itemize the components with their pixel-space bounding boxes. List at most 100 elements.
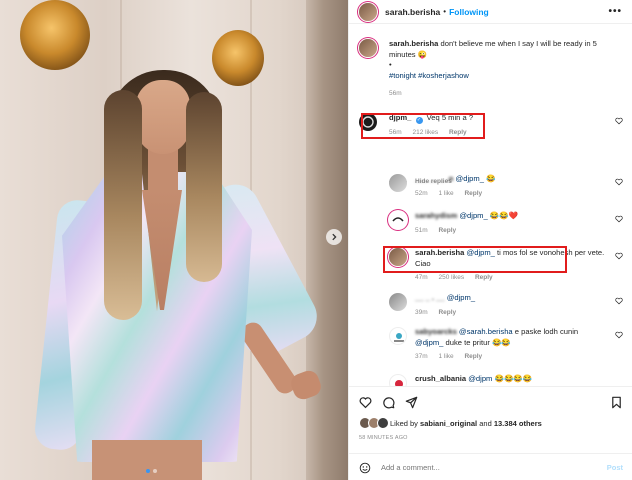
commenter-avatar[interactable] (389, 211, 407, 229)
avatar-logo-icon (395, 380, 403, 386)
like-heart-icon[interactable] (359, 396, 372, 409)
commenter-avatar[interactable] (359, 113, 377, 131)
mention-link[interactable]: @djpm_ (447, 293, 475, 302)
author-avatar[interactable] (359, 2, 377, 21)
comment-icon[interactable] (382, 396, 395, 409)
comment-username[interactable]: __ _ . __ (415, 293, 445, 302)
comment-likes[interactable]: 1 like (438, 353, 453, 360)
commenter-avatar[interactable] (389, 174, 407, 192)
comment-username[interactable]: ___ __ _ .n (415, 174, 453, 183)
reply-button[interactable]: Reply (475, 274, 493, 281)
caption: sarah.berisha don't believe me when I sa… (359, 39, 623, 100)
commenter-avatar[interactable] (389, 248, 407, 266)
comments-list[interactable]: sarah.berisha don't believe me when I sa… (349, 25, 632, 386)
post-side-panel: sarah.berisha • Following ••• sarah.beri… (348, 0, 632, 480)
mention-link[interactable]: @djpm_ (456, 174, 484, 183)
reply-comment: sabyoarcks @sarah.berisha e paske lodh c… (389, 327, 623, 363)
reply-comment: ___ __ _ .n @djpm_ 😂 52m 1 like Reply (389, 174, 623, 199)
avatar-logo-icon (394, 333, 404, 342)
post-actions: Liked by sabiani_original and 13.384 oth… (349, 386, 632, 480)
post-header: sarah.berisha • Following ••• (349, 0, 632, 24)
reply-button[interactable]: Reply (464, 353, 482, 360)
comment-text: duke te pritur 😂😂 (445, 337, 511, 347)
liked-by-middle: and (479, 418, 492, 428)
liked-by: Liked by sabiani_original and 13.384 oth… (359, 417, 542, 429)
dj-logo-icon (362, 116, 374, 128)
comment-time: 47m (415, 274, 428, 281)
more-options-icon[interactable]: ••• (608, 6, 622, 17)
comment-username[interactable]: sarahydism (415, 211, 457, 220)
comment-likes[interactable]: 250 likes (438, 274, 464, 281)
reply-comment: __ _ . __ @djpm_ 39m Reply (389, 293, 623, 318)
heart-icon[interactable] (615, 252, 623, 260)
likes-count[interactable]: 13.384 others (494, 419, 542, 428)
comment-text: 😂😂❤️ (489, 211, 519, 220)
following-button[interactable]: Following (449, 7, 489, 17)
reply-button[interactable]: Reply (438, 309, 456, 316)
avatar (377, 417, 389, 429)
comment-time: 56m (389, 129, 402, 136)
comment-username[interactable]: sabyoarcks (415, 327, 457, 336)
comment-time: 37m (415, 353, 428, 360)
caption-bullet: • (389, 60, 392, 69)
hashtag-link[interactable]: #tonight (389, 71, 416, 80)
mention-link[interactable]: @djpm (468, 374, 492, 383)
comment-username[interactable]: crush_albania (415, 374, 466, 383)
hashtag-link[interactable]: #kosherjashow (418, 71, 469, 80)
carousel-dot (153, 469, 157, 473)
author-avatar[interactable] (359, 39, 377, 57)
reply-button[interactable]: Reply (438, 227, 456, 234)
comment-time: 52m (415, 189, 428, 197)
carousel-dot (146, 469, 150, 473)
commenter-avatar[interactable] (389, 327, 407, 345)
share-icon[interactable] (405, 396, 418, 409)
reply-button[interactable]: Reply (449, 129, 467, 136)
comment-likes[interactable]: 1 like (438, 190, 453, 197)
heart-icon[interactable] (615, 117, 623, 125)
reply-comment: sarahydism @djpm_ 😂😂❤️ 51m Reply (389, 211, 623, 236)
emoji-icon[interactable] (359, 462, 371, 474)
liked-by-prefix: Liked by (390, 418, 418, 428)
reply-comment: sarah.berisha @djpm_ ti mos fol se vonoh… (389, 248, 623, 284)
add-comment-bar: Post (349, 453, 632, 480)
post-timestamp[interactable]: 58 MINUTES AGO (359, 435, 408, 441)
post-comment-button[interactable]: Post (607, 463, 623, 472)
comment: djpm_ ✓ Veq 5 min a ? 56m 212 likes Repl… (359, 113, 623, 139)
chevron-right-icon (332, 233, 337, 241)
bookmark-icon (612, 396, 621, 409)
heart-icon[interactable] (615, 215, 623, 223)
mention-link[interactable]: @djpm_ (415, 338, 443, 347)
separator-dot: • (443, 7, 447, 16)
liked-by-user[interactable]: sabiani_original (420, 419, 477, 428)
comment-text: Veq 5 min a ? (426, 113, 474, 122)
comment-time: 51m (415, 226, 428, 234)
carousel-indicator (146, 469, 157, 473)
post-photo[interactable] (0, 0, 348, 480)
heart-icon[interactable] (615, 297, 623, 305)
reply-comment: crush_albania @djpm 😂😂😂😂 (389, 374, 623, 386)
carousel-next-button[interactable] (326, 229, 342, 245)
reply-button[interactable]: Reply (464, 190, 482, 197)
author-username[interactable]: sarah.berisha (385, 7, 440, 17)
mention-link[interactable]: @sarah.berisha (459, 327, 513, 336)
comment-time: 39m (415, 308, 428, 316)
comment-text: 😂 (486, 174, 496, 183)
mention-link[interactable]: @djpm_ (467, 248, 495, 257)
caption-emoji: 😜 (417, 49, 428, 59)
photo-subject (0, 0, 348, 480)
verified-badge-icon: ✓ (415, 117, 423, 124)
comment-text: e paske lodh cunin (514, 327, 579, 336)
comment-text: 😂😂😂😂 (494, 374, 533, 383)
comment-username[interactable]: sarah.berisha (415, 248, 464, 257)
heart-icon[interactable] (615, 178, 623, 186)
comment-likes[interactable]: 212 likes (412, 129, 438, 136)
save-bookmark-button[interactable] (610, 396, 623, 411)
caption-time: 56m (389, 90, 402, 97)
mention-link[interactable]: @djpm_ (459, 211, 487, 220)
caption-username[interactable]: sarah.berisha (389, 39, 438, 48)
comment-input[interactable] (381, 463, 581, 472)
heart-icon[interactable] (615, 331, 623, 339)
commenter-avatar[interactable] (389, 293, 407, 311)
commenter-avatar[interactable] (389, 374, 407, 386)
comment-username[interactable]: djpm_ (389, 113, 411, 122)
